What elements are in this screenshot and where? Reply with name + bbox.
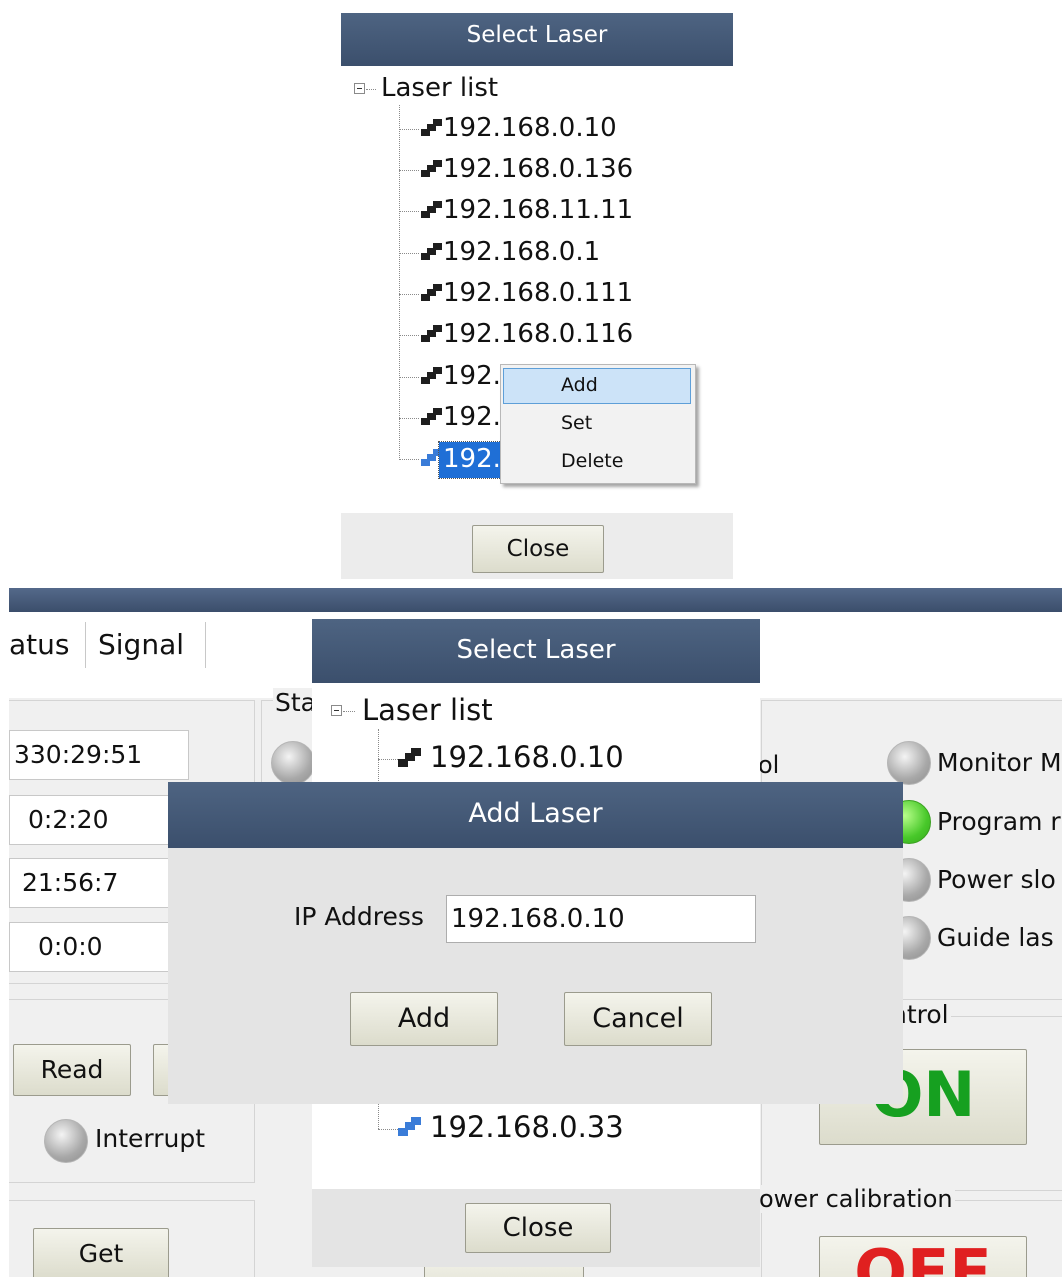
time-field: 0:0:0 [9,922,179,972]
program-mode-label: Program r [937,807,1061,836]
network-icon [398,1117,422,1137]
collapse-icon[interactable] [354,83,365,94]
power-slow-label: Power slo [937,865,1056,894]
time-field: 0:2:20 [9,795,179,845]
tab-signal[interactable]: Signal [98,628,184,661]
close-button[interactable]: Close [465,1203,611,1253]
network-icon [421,119,443,137]
select-laser-dialog: Select Laser Laser list 192.168.0.10 192… [341,13,733,579]
menu-item-label: Add [561,374,598,396]
tree-item-label: 192.168.0.10 [443,113,617,143]
tab-status[interactable]: atus [9,628,69,661]
tree-item-label: 192.168.0.136 [443,154,634,184]
tree-item-label: 192.168.0.1 [443,237,601,267]
status-indicator [271,741,315,785]
network-icon [421,243,443,261]
tree-item-label: 192.168.0.111 [443,278,634,308]
dialog-title: Select Laser [312,619,760,683]
guide-laser-label: Guide las [937,923,1054,952]
network-icon [421,284,443,302]
network-icon [421,367,443,385]
time-field: 330:29:51 [9,730,189,780]
tree-item-label: 192.168.0.116 [443,319,634,349]
dialog-title: Select Laser [341,13,733,66]
power-calibration-label: ower calibration [757,1185,955,1213]
menu-item-set[interactable]: Set [501,406,695,442]
monitor-indicator [887,741,931,785]
menu-item-label: Set [561,412,593,434]
ip-address-label: IP Address [294,902,424,931]
off-button[interactable]: OFF [819,1236,1027,1277]
tree-item-label: 192.168.0.33 [430,1110,624,1144]
network-icon [421,408,443,426]
network-icon [398,748,422,768]
tree-root-label[interactable]: Laser list [362,693,493,727]
menu-item-label: Delete [561,450,624,472]
menu-item-add[interactable]: Add [501,368,695,404]
tree-root-label[interactable]: Laser list [381,73,498,103]
read-button[interactable]: Read [13,1044,131,1096]
monitor-mode-label: Monitor M [937,748,1062,777]
ip-address-input[interactable]: 192.168.0.10 [446,895,756,943]
context-menu: Add Set Delete [500,364,696,484]
menu-item-delete[interactable]: Delete [501,444,695,480]
time-field: 21:56:7 [9,858,179,908]
tree-item-label: 192.168.11.11 [443,195,634,225]
tree-item-label: 192.168.0.10 [430,740,624,774]
interrupt-label: Interrupt [95,1124,206,1153]
close-button[interactable]: Close [472,525,604,573]
collapse-icon[interactable] [331,705,342,716]
add-button[interactable]: Add [350,992,498,1046]
network-icon [421,325,443,343]
dialog-title: Add Laser [168,782,903,848]
network-icon [421,160,443,178]
add-laser-dialog: Add Laser IP Address 192.168.0.10 Add Ca… [168,782,903,1104]
window-title-strip [9,588,1062,612]
control-group-label: ol [758,751,780,779]
get-button[interactable]: Get [33,1228,169,1277]
network-icon [421,201,443,219]
interrupt-indicator [44,1119,88,1163]
cancel-button[interactable]: Cancel [564,992,712,1046]
